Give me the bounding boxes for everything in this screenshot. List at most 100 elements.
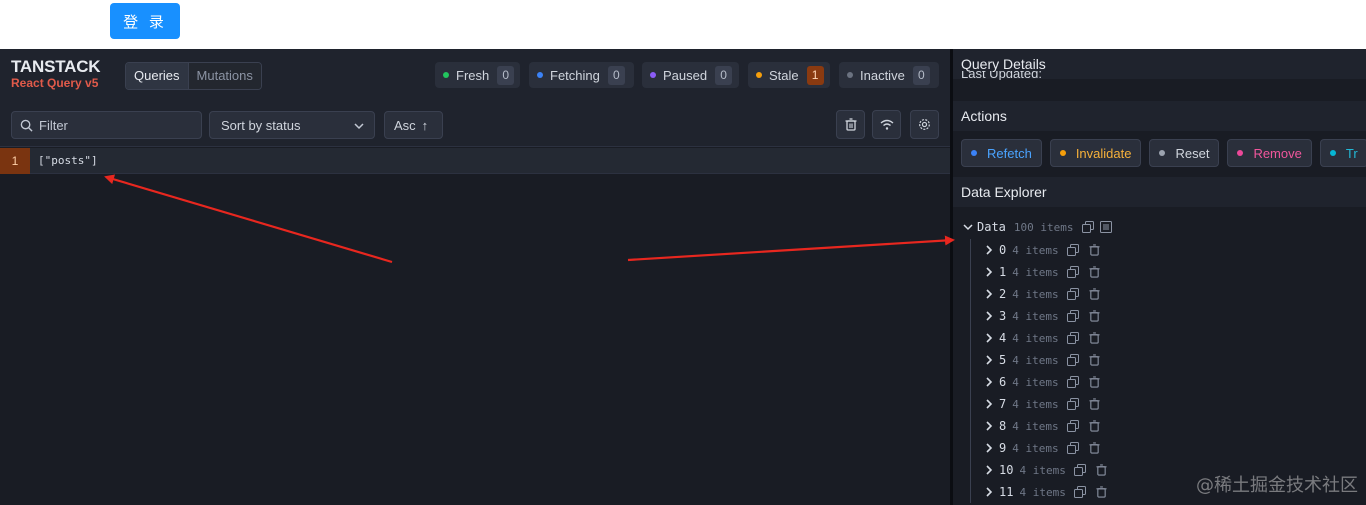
app-top-bar: 登 录 xyxy=(0,0,1366,49)
copy-icon[interactable] xyxy=(1066,398,1079,410)
query-row[interactable]: 1 ["posts"] xyxy=(0,147,950,174)
remove-button[interactable]: Remove xyxy=(1227,139,1312,167)
copy-icon[interactable] xyxy=(1066,332,1079,344)
data-child-count: 4 items xyxy=(1012,309,1059,323)
refetch-button[interactable]: Refetch xyxy=(961,139,1042,167)
toggle-online-button[interactable] xyxy=(872,110,901,139)
trigger-dot-icon xyxy=(1329,150,1336,156)
data-child-node[interactable]: 5 4 items xyxy=(971,349,1107,371)
sort-order-button[interactable]: Asc ↑ xyxy=(384,111,443,139)
clear-cache-button[interactable] xyxy=(836,110,865,139)
tanstack-logo[interactable]: TANSTACK React Query v5 xyxy=(11,58,101,91)
copy-icon[interactable] xyxy=(1066,266,1079,278)
data-root-label: Data xyxy=(977,220,1006,234)
copy-icon[interactable] xyxy=(1066,354,1079,366)
gear-icon xyxy=(919,119,930,130)
chevron-right-icon xyxy=(986,267,993,277)
last-updated-label: Last Updated: xyxy=(961,71,1042,80)
filter-input[interactable]: Filter xyxy=(11,111,202,139)
status-paused[interactable]: Paused 0 xyxy=(642,62,739,88)
data-child-node[interactable]: 9 4 items xyxy=(971,437,1107,459)
list-icon[interactable] xyxy=(1099,221,1112,233)
trash-icon[interactable] xyxy=(1089,288,1100,300)
status-count: 0 xyxy=(497,65,515,85)
trash-icon[interactable] xyxy=(1089,266,1100,278)
data-child-node[interactable]: 8 4 items xyxy=(971,415,1107,437)
chevron-right-icon xyxy=(986,289,993,299)
chevron-right-icon xyxy=(986,465,993,475)
actions-row: Refetch Invalidate Reset Remove Tr xyxy=(961,139,1366,167)
status-inactive[interactable]: Inactive 0 xyxy=(839,62,939,88)
trash-icon[interactable] xyxy=(1089,376,1100,388)
remove-label: Remove xyxy=(1253,145,1302,161)
copy-icon[interactable] xyxy=(1081,221,1094,233)
trash-icon[interactable] xyxy=(1089,420,1100,432)
status-label: Stale xyxy=(769,67,799,83)
data-child-node[interactable]: 10 4 items xyxy=(971,459,1107,481)
data-child-count: 4 items xyxy=(1012,243,1059,257)
reset-dot-icon xyxy=(1159,150,1166,156)
chevron-right-icon xyxy=(986,333,993,343)
wifi-icon xyxy=(880,119,893,130)
copy-icon[interactable] xyxy=(1066,244,1079,256)
data-child-count: 4 items xyxy=(1012,353,1059,367)
settings-button[interactable] xyxy=(910,110,939,139)
chevron-right-icon xyxy=(986,245,993,255)
data-child-node[interactable]: 1 4 items xyxy=(971,261,1107,283)
arrow-up-icon: ↑ xyxy=(421,117,429,133)
status-stale[interactable]: Stale 1 xyxy=(748,62,830,88)
fresh-dot-icon xyxy=(443,72,449,78)
trash-icon[interactable] xyxy=(1089,442,1100,454)
tab-queries[interactable]: Queries xyxy=(126,63,188,89)
trash-icon[interactable] xyxy=(1096,486,1107,498)
reset-button[interactable]: Reset xyxy=(1149,139,1220,167)
trash-icon[interactable] xyxy=(1089,244,1100,256)
query-key: ["posts"] xyxy=(38,154,98,167)
trash-icon[interactable] xyxy=(1089,310,1100,322)
reset-label: Reset xyxy=(1175,145,1210,161)
trigger-loading-button[interactable]: Tr xyxy=(1319,139,1366,167)
tab-mutations[interactable]: Mutations xyxy=(187,63,261,89)
devtools-header: TANSTACK React Query v5 Queries Mutation… xyxy=(0,49,950,147)
copy-icon[interactable] xyxy=(1066,310,1079,322)
invalidate-button[interactable]: Invalidate xyxy=(1049,139,1142,167)
chevron-right-icon xyxy=(986,487,993,497)
data-child-key: 4 xyxy=(999,331,1007,345)
data-root-node[interactable]: Data 100 items xyxy=(963,217,1112,237)
data-child-node[interactable]: 11 4 items xyxy=(971,481,1107,503)
data-child-key: 0 xyxy=(999,243,1007,257)
login-button[interactable]: 登 录 xyxy=(110,3,180,39)
copy-icon[interactable] xyxy=(1066,420,1079,432)
sort-order-label: Asc xyxy=(394,117,416,133)
data-child-node[interactable]: 2 4 items xyxy=(971,283,1107,305)
trash-icon[interactable] xyxy=(1089,354,1100,366)
copy-icon[interactable] xyxy=(1066,442,1079,454)
status-fetching[interactable]: Fetching 0 xyxy=(529,62,634,88)
data-child-node[interactable]: 7 4 items xyxy=(971,393,1107,415)
trash-icon[interactable] xyxy=(1089,398,1100,410)
paused-dot-icon xyxy=(650,72,656,78)
data-child-count: 4 items xyxy=(1012,331,1059,345)
data-child-node[interactable]: 4 4 items xyxy=(971,327,1107,349)
trash-icon[interactable] xyxy=(1089,332,1100,344)
trigger-label: Tr xyxy=(1345,145,1358,161)
data-child-key: 5 xyxy=(999,353,1007,367)
copy-icon[interactable] xyxy=(1066,288,1079,300)
data-child-node[interactable]: 6 4 items xyxy=(971,371,1107,393)
data-child-node[interactable]: 0 4 items xyxy=(971,239,1107,261)
copy-icon[interactable] xyxy=(1066,376,1079,388)
trash-icon[interactable] xyxy=(1096,464,1107,476)
copy-icon[interactable] xyxy=(1073,486,1086,498)
refetch-label: Refetch xyxy=(987,145,1032,161)
data-children: 0 4 items 1 4 items 2 4 items 3 4 items 4 4 items… xyxy=(970,239,1107,503)
stale-dot-icon xyxy=(756,72,762,78)
data-child-count: 4 items xyxy=(1012,441,1059,455)
data-child-node[interactable]: 3 4 items xyxy=(971,305,1107,327)
status-fresh[interactable]: Fresh 0 xyxy=(435,62,520,88)
data-child-key: 2 xyxy=(999,287,1007,301)
chevron-right-icon xyxy=(986,377,993,387)
data-child-count: 4 items xyxy=(1019,463,1066,477)
data-child-count: 4 items xyxy=(1012,397,1059,411)
sort-select[interactable]: Sort by status xyxy=(209,111,375,139)
copy-icon[interactable] xyxy=(1073,464,1086,476)
